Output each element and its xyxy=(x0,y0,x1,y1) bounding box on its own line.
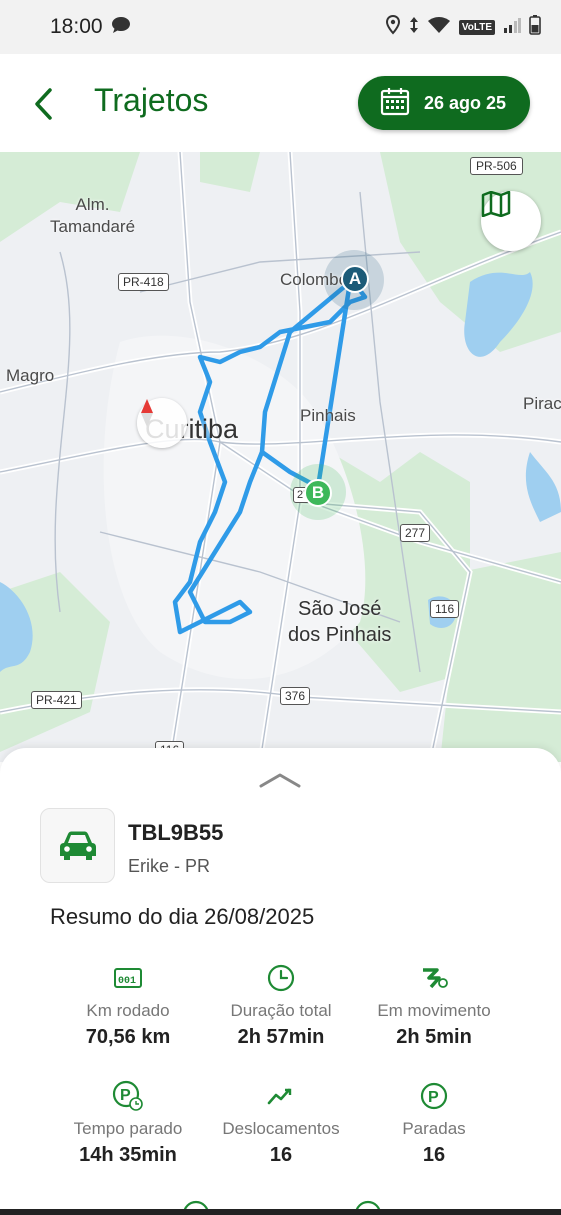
stat-duration: Duração total 2h 57min xyxy=(196,962,366,1049)
end-marker[interactable]: B xyxy=(304,479,332,507)
driver-name: Erike - PR xyxy=(128,856,211,876)
road-shield: 277 xyxy=(400,524,431,542)
page-title: Trajetos xyxy=(94,82,209,118)
clock-icon xyxy=(196,962,366,994)
wifi-icon xyxy=(427,16,451,39)
stat-label: Deslocamentos xyxy=(222,1119,340,1138)
road-shield: PR-506 xyxy=(470,157,523,175)
road-shield: 376 xyxy=(280,687,311,705)
stat-stops: P Paradas 16 xyxy=(349,1080,519,1167)
status-bar: 18:00 VoLTE xyxy=(0,0,561,54)
road-shield: 116 xyxy=(430,600,460,618)
start-marker[interactable]: A xyxy=(341,265,369,293)
stat-value: 14h 35min xyxy=(79,1144,177,1166)
location-icon xyxy=(385,14,401,40)
signal-icon xyxy=(503,17,521,38)
parking-icon: P xyxy=(349,1080,519,1112)
moving-icon xyxy=(349,962,519,994)
odometer-icon: 001 xyxy=(43,962,213,994)
stat-label: Tempo parado xyxy=(73,1119,183,1138)
stat-value: 2h 5min xyxy=(396,1026,472,1048)
place-label-colombo: Colombo xyxy=(280,270,349,289)
stat-value: 16 xyxy=(269,1144,293,1166)
car-icon xyxy=(59,831,96,860)
stat-value: 2h 57min xyxy=(237,1026,325,1048)
chevron-up-icon xyxy=(259,773,301,788)
svg-text:P: P xyxy=(428,1089,439,1106)
stat-stopped-time: P Tempo parado 14h 35min xyxy=(43,1080,213,1167)
trend-icon xyxy=(196,1080,366,1112)
stat-km: 001 Km rodado 70,56 km xyxy=(43,962,213,1049)
battery-icon xyxy=(529,14,541,40)
svg-text:P: P xyxy=(120,1087,131,1104)
compass-icon xyxy=(141,399,153,427)
sheet-expand-handle[interactable] xyxy=(258,770,302,790)
volte-icon: VoLTE xyxy=(458,19,495,35)
stat-value: 16 xyxy=(422,1144,446,1166)
place-label-sao-jose: São José dos Pinhais xyxy=(288,598,392,646)
stat-label: Paradas xyxy=(402,1119,466,1138)
svg-text:001: 001 xyxy=(118,976,136,987)
date-label: 26 ago 25 xyxy=(424,92,507,113)
stat-label: Km rodado xyxy=(86,1001,170,1020)
compass-button[interactable] xyxy=(137,398,187,448)
vehicle-plate: TBL9B55 xyxy=(128,820,224,845)
place-label-piraquara: Pirac xyxy=(523,394,561,413)
stat-label: Duração total xyxy=(230,1001,332,1020)
summary-sheet: TBL9B55 Erike - PR Resumo do dia 26/08/2… xyxy=(0,748,561,1215)
stat-value: 70,56 km xyxy=(85,1026,171,1048)
status-time: 18:00 xyxy=(50,15,103,38)
app-bar: Trajetos 26 ago 25 xyxy=(0,54,561,152)
chevron-left-icon xyxy=(35,88,52,120)
parked-time-icon: P xyxy=(43,1080,213,1112)
place-label-almirante: Alm. Tamandaré xyxy=(50,195,136,236)
nav-bar-edge xyxy=(0,1209,561,1215)
back-button[interactable] xyxy=(30,84,60,124)
calendar-icon xyxy=(380,86,410,121)
route-map[interactable]: Alm. Tamandaré Colombo Magro Curitiba Pi… xyxy=(0,152,561,762)
stat-label: Em movimento xyxy=(377,1001,491,1020)
vehicle-avatar xyxy=(40,808,115,883)
summary-title: Resumo do dia 26/08/2025 xyxy=(50,904,315,929)
place-label-magro: Magro xyxy=(6,366,55,385)
map-layers-button[interactable] xyxy=(481,191,541,251)
place-label-pinhais: Pinhais xyxy=(300,406,356,425)
data-arrows-icon xyxy=(409,16,419,39)
chat-bubble-icon xyxy=(111,16,131,39)
road-shield: PR-421 xyxy=(31,691,82,709)
date-picker-button[interactable]: 26 ago 25 xyxy=(358,76,530,130)
road-shield: PR-418 xyxy=(118,273,169,291)
stat-moving: Em movimento 2h 5min xyxy=(349,962,519,1049)
stat-trips: Deslocamentos 16 xyxy=(196,1080,366,1167)
map-icon xyxy=(481,191,511,217)
